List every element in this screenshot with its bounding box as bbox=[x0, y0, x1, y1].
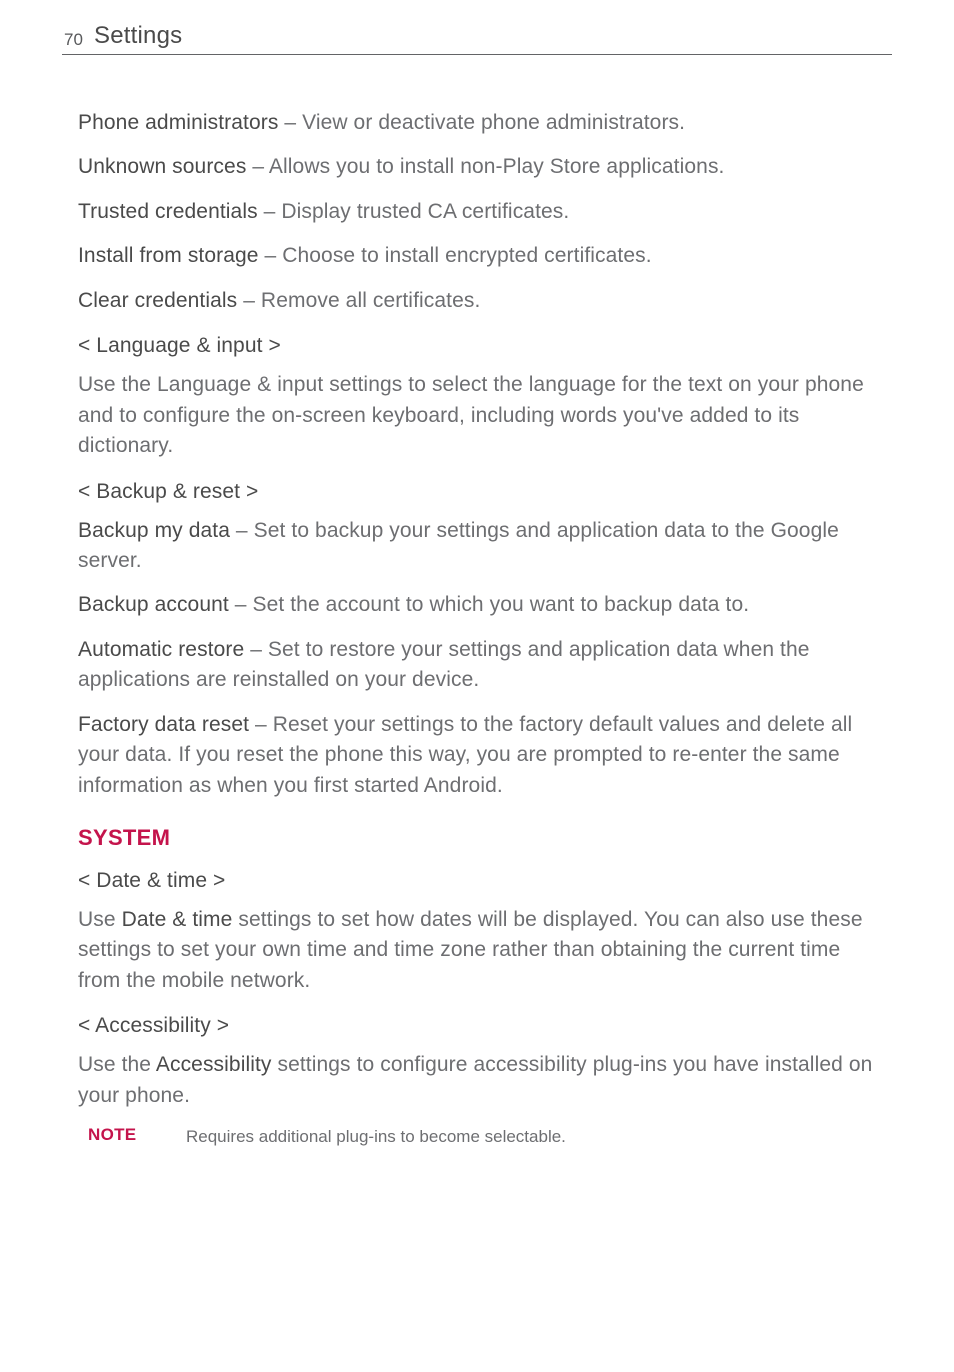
date-time-body: Use Date & time settings to set how date… bbox=[78, 905, 876, 996]
setting-desc: – Remove all certificates. bbox=[237, 289, 480, 312]
subheading-backup-reset: < Backup & reset > bbox=[78, 480, 876, 504]
language-input-body: Use the Language & input settings to sel… bbox=[78, 370, 876, 461]
page-number: 70 bbox=[64, 30, 83, 50]
note-row: NOTE Requires additional plug-ins to bec… bbox=[78, 1125, 876, 1149]
setting-row: Factory data reset – Reset your settings… bbox=[78, 710, 876, 801]
setting-lead: Clear credentials bbox=[78, 289, 237, 312]
setting-row: Automatic restore – Set to restore your … bbox=[78, 635, 876, 696]
text-bold: Accessibility bbox=[156, 1053, 272, 1076]
setting-desc: – Choose to install encrypted certificat… bbox=[259, 244, 652, 267]
setting-lead: Install from storage bbox=[78, 244, 259, 267]
accessibility-body: Use the Accessibility settings to config… bbox=[78, 1050, 876, 1111]
setting-row: Phone administrators – View or deactivat… bbox=[78, 108, 876, 138]
setting-desc: – Allows you to install non-Play Store a… bbox=[246, 155, 724, 178]
header-rule bbox=[62, 54, 892, 55]
text-bold: Date & time bbox=[122, 908, 233, 931]
setting-row: Trusted credentials – Display trusted CA… bbox=[78, 197, 876, 227]
text-pre: Use the bbox=[78, 1053, 156, 1076]
subheading-language-input: < Language & input > bbox=[78, 334, 876, 358]
note-label: NOTE bbox=[88, 1125, 186, 1145]
section-heading-system: SYSTEM bbox=[78, 825, 876, 851]
setting-row: Clear credentials – Remove all certifica… bbox=[78, 286, 876, 316]
page-content: Phone administrators – View or deactivat… bbox=[78, 108, 876, 1149]
setting-lead: Trusted credentials bbox=[78, 200, 258, 223]
setting-lead: Factory data reset bbox=[78, 713, 249, 736]
text-pre: Use bbox=[78, 908, 122, 931]
setting-desc: – Display trusted CA certificates. bbox=[258, 200, 570, 223]
setting-lead: Unknown sources bbox=[78, 155, 246, 178]
setting-row: Backup account – Set the account to whic… bbox=[78, 590, 876, 620]
header-title: Settings bbox=[94, 22, 182, 50]
setting-lead: Phone administrators bbox=[78, 111, 278, 134]
setting-lead: Automatic restore bbox=[78, 638, 244, 661]
setting-row: Install from storage – Choose to install… bbox=[78, 241, 876, 271]
setting-row: Unknown sources – Allows you to install … bbox=[78, 152, 876, 182]
setting-row: Backup my data – Set to backup your sett… bbox=[78, 516, 876, 577]
setting-desc: – Set the account to which you want to b… bbox=[229, 593, 749, 616]
page-header: 70 Settings bbox=[0, 0, 954, 28]
setting-lead: Backup my data bbox=[78, 519, 230, 542]
subheading-date-time: < Date & time > bbox=[78, 869, 876, 893]
note-text: Requires additional plug-ins to become s… bbox=[186, 1125, 566, 1149]
setting-desc: – View or deactivate phone administrator… bbox=[278, 111, 685, 134]
setting-lead: Backup account bbox=[78, 593, 229, 616]
subheading-accessibility: < Accessibility > bbox=[78, 1014, 876, 1038]
